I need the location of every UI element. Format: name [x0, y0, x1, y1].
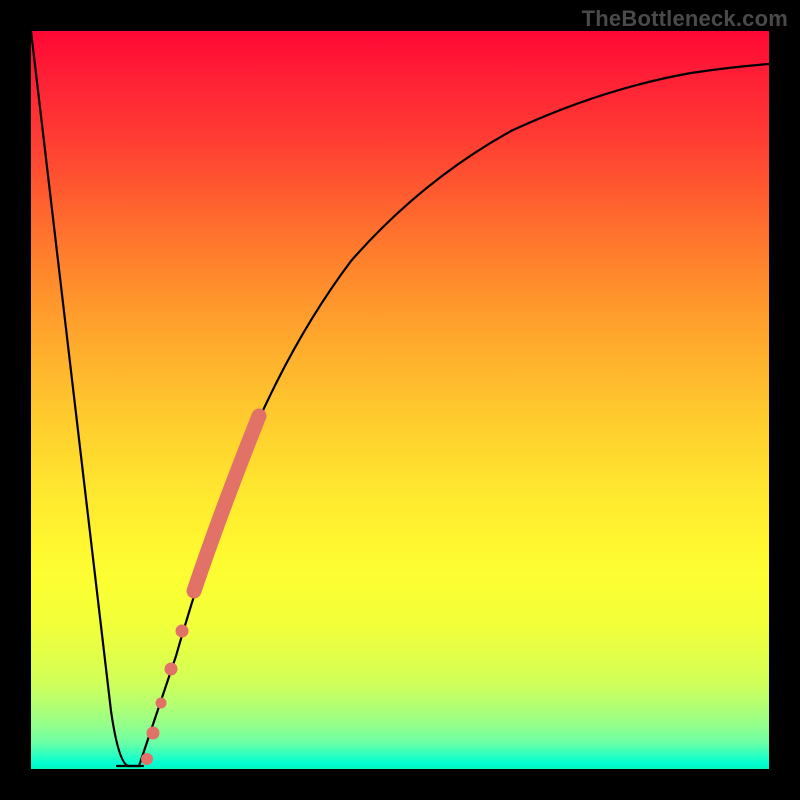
- watermark-text: TheBottleneck.com: [582, 6, 788, 32]
- highlight-dot: [156, 698, 167, 709]
- highlight-dot: [147, 727, 160, 740]
- highlight-dot: [141, 753, 153, 765]
- bottleneck-curve: [31, 31, 769, 766]
- highlight-dot: [165, 663, 178, 676]
- plot-area: [31, 31, 769, 769]
- highlight-dot: [176, 625, 189, 638]
- curve-svg: [31, 31, 769, 769]
- chart-frame: TheBottleneck.com: [0, 0, 800, 800]
- highlight-thick: [194, 416, 259, 591]
